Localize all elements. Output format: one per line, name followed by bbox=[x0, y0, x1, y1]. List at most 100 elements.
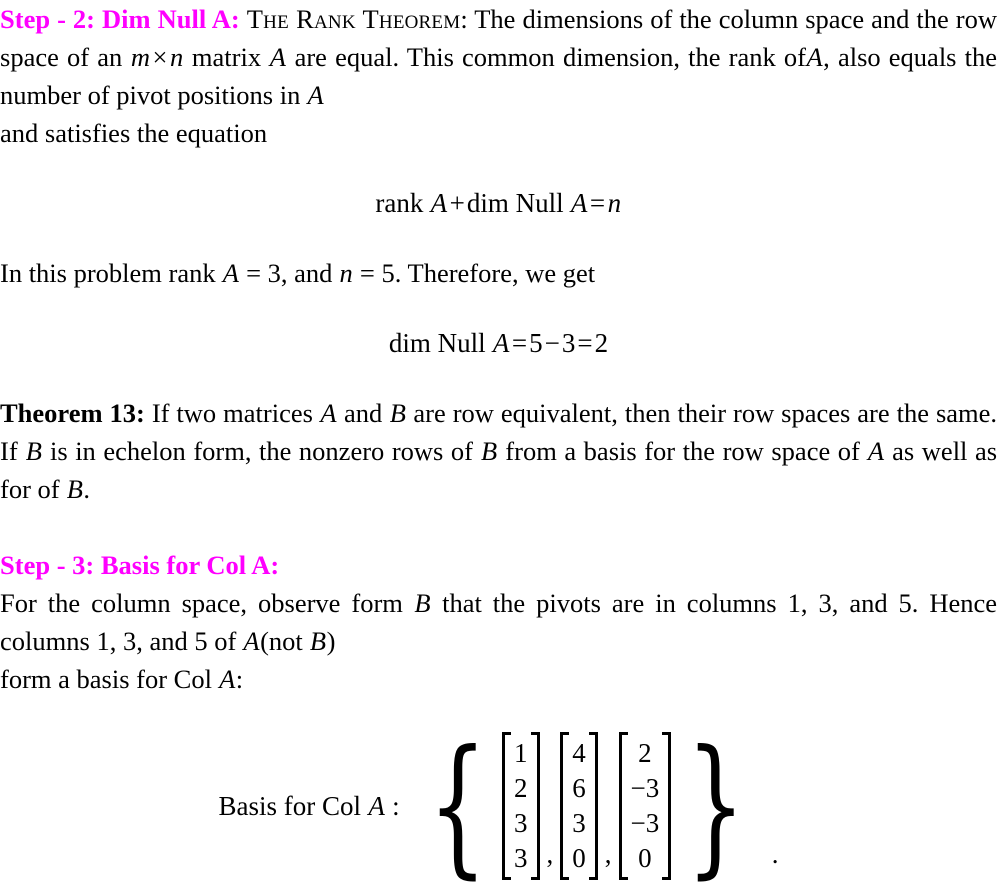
step3-part5: form a basis for Col bbox=[0, 664, 212, 694]
vector-entries: 2 −3 −3 0 bbox=[628, 732, 663, 880]
eq2-result: 2 bbox=[594, 328, 609, 358]
step2-heading: Step - 2: Dim Null A: bbox=[0, 4, 240, 34]
math-var-m: m bbox=[130, 42, 151, 72]
bracket-right bbox=[662, 732, 672, 880]
theorem13-var-B-3: B bbox=[481, 436, 498, 466]
expression-terminator: . bbox=[771, 839, 779, 869]
vector-separator: , bbox=[546, 839, 554, 869]
eq1-var-A: A bbox=[430, 188, 448, 218]
vector-entry: 6 bbox=[572, 773, 586, 803]
math-var-A-3: A bbox=[307, 80, 324, 110]
vector-entry: −3 bbox=[630, 773, 660, 803]
bracket-left bbox=[502, 732, 512, 880]
theorem13-label: Theorem 13: bbox=[0, 398, 145, 428]
theorem13-var-B-4: B bbox=[66, 474, 83, 504]
vector-entry: 3 bbox=[514, 808, 528, 838]
column-vector-2: 4 6 3 0 bbox=[560, 732, 598, 880]
bracket-left bbox=[618, 732, 628, 880]
between-eq2: = 5 bbox=[359, 258, 395, 288]
basis-label-colon: : bbox=[392, 790, 400, 821]
eq2-null-word: Null bbox=[437, 328, 486, 358]
theorem13-var-A-1: A bbox=[320, 398, 337, 428]
basis-label-var-A: A bbox=[368, 790, 385, 821]
vector-entry: 1 bbox=[514, 738, 528, 768]
between-part1: In this problem rank bbox=[0, 258, 216, 288]
eq1-var-A2: A bbox=[570, 188, 588, 218]
step3-colon: : bbox=[235, 664, 244, 694]
vector-entry: 3 bbox=[572, 808, 586, 838]
equation-dim-null: dim Null A=5−3=2 bbox=[0, 326, 997, 360]
theorem13-paragraph: Theorem 13: If two matrices A and B are … bbox=[0, 394, 997, 508]
step3-var-A-2: A bbox=[219, 664, 236, 694]
rank-theorem-name: The Rank Theorem bbox=[246, 4, 461, 34]
vector-entry: 2 bbox=[514, 773, 528, 803]
rank-theorem-colon: : bbox=[460, 4, 468, 34]
math-var-A-1: A bbox=[269, 42, 286, 72]
step3-var-B-2: B bbox=[309, 626, 327, 656]
step3-part4: and 5 of bbox=[149, 626, 237, 656]
vector-entry: 0 bbox=[638, 843, 652, 873]
equation-rank-theorem: rank A+dim Null A=n bbox=[0, 186, 997, 220]
vector-entry: −3 bbox=[630, 808, 660, 838]
between-var-A: A bbox=[222, 258, 239, 288]
vector-entry: 0 bbox=[572, 843, 586, 873]
step3-heading-line: Step - 3: Basis for Col A: bbox=[0, 546, 997, 584]
document-page: Step - 2: Dim Null A: The Rank Theorem: … bbox=[0, 0, 997, 881]
eq1-dim-word: dim bbox=[466, 188, 509, 218]
eq2-dim-word: dim bbox=[388, 328, 431, 358]
step3-var-B-1: B bbox=[414, 588, 431, 618]
step3-part2: that the pivots are in columns bbox=[442, 588, 777, 618]
step3-heading: Step - 3: Basis for Col A: bbox=[0, 550, 280, 580]
eq2-var-A: A bbox=[492, 328, 510, 358]
eq2-val2: 3 bbox=[561, 328, 576, 358]
step3-cols-2: 1, 3, bbox=[96, 626, 143, 656]
between-eq1: = 3 bbox=[246, 258, 281, 288]
column-vector-3: 2 −3 −3 0 bbox=[618, 732, 672, 880]
eq2-minus: − bbox=[544, 328, 560, 358]
between-equations-paragraph: In this problem rank A = 3, and n = 5. T… bbox=[0, 254, 997, 292]
step2-body-part2: matrix bbox=[191, 42, 262, 72]
theorem13-var-A-2: A bbox=[867, 436, 885, 466]
basis-label: Basis for Col A : bbox=[219, 791, 400, 822]
vector-entry: 2 bbox=[638, 738, 652, 768]
theorem13-var-B-1: B bbox=[389, 398, 406, 428]
step2-paragraph: Step - 2: Dim Null A: The Rank Theorem: … bbox=[0, 0, 997, 152]
eq1-plus: + bbox=[449, 188, 465, 218]
set-brace-close: } bbox=[686, 718, 746, 893]
bracket-left bbox=[560, 732, 570, 880]
basis-for-col-A-display: Basis for Col A : { 1 2 3 3 , 4 6 3 0 , … bbox=[0, 718, 997, 893]
column-vector-1: 1 2 3 3 bbox=[502, 732, 540, 880]
bracket-right bbox=[530, 732, 540, 880]
vector-entry: 3 bbox=[514, 843, 528, 873]
step3-var-A-1: A bbox=[243, 626, 260, 656]
between-var-n: n bbox=[339, 258, 353, 288]
theorem13-part2: and bbox=[344, 398, 383, 428]
step3-paragraph: For the column space, observe form B tha… bbox=[0, 584, 997, 698]
vector-entries: 4 6 3 0 bbox=[569, 732, 589, 880]
step2-body-part5: and satisfies the equation bbox=[0, 118, 268, 148]
math-var-n: n bbox=[170, 42, 184, 72]
eq2-equals-2: = bbox=[577, 328, 593, 358]
step3-paren-open: (not bbox=[260, 626, 303, 656]
step2-body-part3: are equal. This common dimension, the ra… bbox=[294, 42, 806, 72]
vector-entries: 1 2 3 3 bbox=[511, 732, 531, 880]
basis-label-text: Basis for Col bbox=[218, 790, 362, 821]
eq1-equals: = bbox=[589, 188, 606, 218]
between-part3: . Therefore, we get bbox=[394, 258, 596, 288]
step3-paren-close: ) bbox=[326, 626, 336, 656]
step3-cols-1: 1, 3, bbox=[787, 588, 839, 618]
step3-part1: For the column space, observe form bbox=[0, 588, 403, 618]
times-symbol: × bbox=[152, 42, 168, 72]
eq1-rank-word: rank bbox=[375, 188, 424, 218]
between-part2: , and bbox=[280, 258, 333, 288]
theorem13-part4: is in echelon form, the nonzero rows of bbox=[49, 436, 473, 466]
math-var-A-2: A bbox=[806, 42, 823, 72]
set-brace-open: { bbox=[427, 718, 487, 893]
vector-entry: 4 bbox=[572, 738, 586, 768]
step3-tail: form a basis for Col A: bbox=[0, 660, 997, 698]
